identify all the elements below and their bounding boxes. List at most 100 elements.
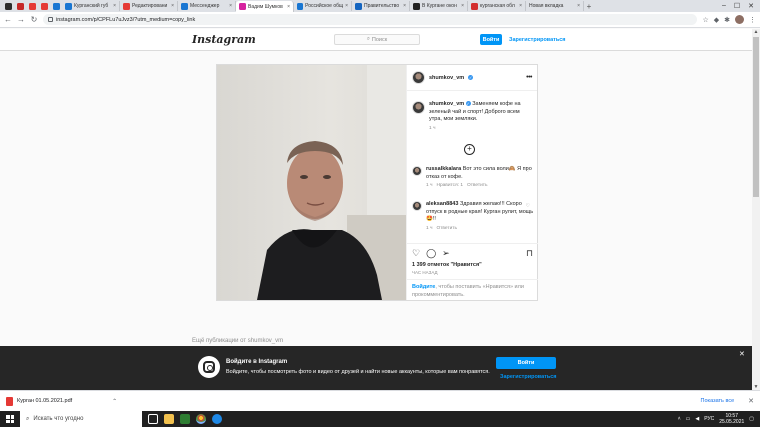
browser-tab[interactable] bbox=[50, 1, 62, 11]
close-tab-icon[interactable]: × bbox=[229, 3, 232, 9]
scrollbar[interactable]: ▲ ▼ bbox=[752, 29, 760, 390]
scroll-thumb[interactable] bbox=[753, 37, 759, 197]
forward-icon[interactable]: → bbox=[17, 15, 25, 24]
browser-tab[interactable] bbox=[26, 1, 38, 11]
post-username[interactable]: shumkov_vm bbox=[429, 75, 464, 81]
search-input[interactable]: ⌕ Поиск bbox=[334, 34, 420, 45]
store-icon[interactable] bbox=[180, 414, 190, 424]
reply-link[interactable]: Ответить bbox=[467, 183, 488, 188]
browser-tab[interactable]: Курганский губ × bbox=[62, 1, 120, 11]
star-icon[interactable]: ☆ bbox=[702, 16, 708, 24]
browser-tab[interactable] bbox=[38, 1, 50, 11]
banner-register-link[interactable]: Зарегистрироваться bbox=[500, 374, 557, 380]
reply-link[interactable]: Ответить bbox=[437, 226, 458, 231]
favicon-icon bbox=[181, 2, 188, 10]
load-more-comments-icon[interactable]: + bbox=[464, 144, 475, 155]
avatar[interactable] bbox=[412, 166, 422, 176]
clock[interactable]: 10:57 25.05.2021 bbox=[719, 413, 744, 425]
minimize-icon[interactable]: – bbox=[722, 2, 726, 10]
volume-icon[interactable]: ◀ bbox=[695, 416, 699, 422]
close-tab-icon[interactable]: × bbox=[577, 3, 580, 9]
reload-icon[interactable]: ↻ bbox=[30, 15, 38, 24]
close-tab-icon[interactable]: × bbox=[519, 3, 522, 9]
start-button[interactable] bbox=[0, 411, 20, 427]
show-all-button[interactable]: Показать все bbox=[701, 398, 735, 404]
lock-icon bbox=[48, 17, 53, 22]
avatar[interactable] bbox=[412, 71, 425, 84]
network-icon[interactable]: ▭ bbox=[686, 416, 691, 422]
comment-username[interactable]: aleksan8843 bbox=[426, 201, 458, 207]
close-tab-icon[interactable]: × bbox=[287, 4, 290, 10]
browser-tab[interactable]: Мессенджер × bbox=[178, 1, 236, 11]
task-view-icon[interactable] bbox=[148, 414, 158, 424]
register-link[interactable]: Зарегистрироваться bbox=[509, 37, 566, 43]
file-explorer-icon[interactable] bbox=[164, 414, 174, 424]
language-indicator[interactable]: РУС bbox=[704, 416, 714, 422]
heart-icon[interactable]: ♡ bbox=[526, 203, 530, 209]
comment-text: aleksan8843 Здравия желаю!!! Скоро отпус… bbox=[426, 201, 534, 224]
close-window-icon[interactable]: ✕ bbox=[748, 2, 754, 10]
close-tab-icon[interactable]: × bbox=[403, 3, 406, 9]
menu-dots-icon[interactable]: ⋮ bbox=[749, 16, 756, 24]
scroll-up-icon[interactable]: ▲ bbox=[752, 29, 760, 35]
share-icon[interactable]: ➢ bbox=[442, 248, 450, 259]
comment-icon[interactable]: ◯ bbox=[426, 248, 436, 259]
maximize-icon[interactable]: ☐ bbox=[734, 2, 740, 10]
caption-text: shumkov_vm ✓ Заменяем кофе на зеленый ча… bbox=[429, 101, 534, 124]
heart-icon[interactable]: ♡ bbox=[526, 168, 530, 174]
browser-tab[interactable]: Редактировани × bbox=[120, 1, 178, 11]
chevron-up-icon[interactable]: ˄ bbox=[678, 416, 681, 422]
tab-label: Курганский губ bbox=[74, 3, 109, 9]
login-banner: Войдите в Instagram Войдите, чтобы посмо… bbox=[0, 346, 752, 390]
chrome-icon[interactable] bbox=[196, 414, 206, 424]
caption-username[interactable]: shumkov_vm bbox=[429, 101, 464, 107]
tab-label: Российское общ bbox=[305, 3, 344, 9]
edge-icon[interactable] bbox=[212, 414, 222, 424]
close-tab-icon[interactable]: × bbox=[461, 3, 464, 9]
back-icon[interactable]: ← bbox=[4, 15, 12, 24]
tab-label: курганская обл bbox=[480, 3, 515, 9]
banner-login-button[interactable]: Войти bbox=[496, 357, 556, 369]
post-photo[interactable] bbox=[217, 65, 406, 300]
notifications-icon[interactable]: ▢ bbox=[749, 416, 754, 422]
close-icon[interactable]: ✕ bbox=[739, 350, 745, 358]
download-bar: Курган 01.05.2021.pdf ⌃ Показать все ✕ bbox=[0, 390, 760, 411]
url-field[interactable]: instagram.com/p/CPFLu7uJvz3/?utm_medium=… bbox=[43, 14, 698, 25]
likes-count[interactable]: 1 399 отметок "Нравится" bbox=[412, 262, 533, 268]
avatar[interactable] bbox=[412, 101, 425, 114]
browser-tab[interactable]: Российское общ × bbox=[294, 1, 352, 11]
close-tab-icon[interactable]: × bbox=[345, 3, 348, 9]
browser-tab[interactable]: Новая вкладка × bbox=[526, 1, 584, 11]
login-prompt-link[interactable]: Войдите bbox=[412, 284, 435, 290]
chevron-up-icon[interactable]: ⌃ bbox=[112, 398, 117, 405]
heart-icon[interactable]: ♡ bbox=[412, 248, 420, 259]
address-bar: ← → ↻ instagram.com/p/CPFLu7uJvz3/?utm_m… bbox=[0, 12, 760, 28]
browser-tab[interactable]: курганская обл × bbox=[468, 1, 526, 11]
close-icon[interactable]: ✕ bbox=[748, 397, 754, 405]
close-tab-icon[interactable]: × bbox=[113, 3, 116, 9]
avatar[interactable] bbox=[412, 201, 422, 211]
search-icon: ⌕ bbox=[366, 36, 370, 42]
instagram-logo[interactable]: Instagram bbox=[192, 33, 256, 46]
more-options-icon[interactable]: ••• bbox=[526, 74, 532, 81]
download-item[interactable]: Курган 01.05.2021.pdf bbox=[17, 398, 72, 404]
puzzle-icon[interactable]: ✱ bbox=[724, 16, 730, 24]
new-tab-icon[interactable]: + bbox=[584, 2, 594, 11]
tab-label: Новая вкладка bbox=[529, 3, 564, 9]
avatar[interactable] bbox=[735, 15, 744, 24]
favicon-icon bbox=[355, 2, 362, 10]
browser-tab[interactable]: В Кургане окон × bbox=[410, 1, 468, 11]
browser-tab[interactable]: Вадим Шумков × bbox=[236, 1, 294, 12]
extension-icon[interactable]: ◆ bbox=[714, 16, 719, 24]
post-header: shumkov_vm ✓ ••• bbox=[407, 65, 537, 91]
close-tab-icon[interactable]: × bbox=[171, 3, 174, 9]
login-button[interactable]: Войти bbox=[480, 34, 502, 45]
bookmark-icon[interactable]: ⊓ bbox=[526, 248, 533, 259]
taskbar-search[interactable]: ⌕ Искать что угодно bbox=[20, 411, 142, 427]
browser-tab[interactable] bbox=[2, 1, 14, 11]
comment-username[interactable]: russalkkalara bbox=[426, 166, 461, 172]
windows-taskbar: ⌕ Искать что угодно ˄ ▭ ◀ РУС 10:57 25.0… bbox=[0, 411, 760, 427]
browser-tab[interactable] bbox=[14, 1, 26, 11]
browser-tab[interactable]: Правительство × bbox=[352, 1, 410, 11]
comment-likes[interactable]: Нравится: 1 bbox=[437, 183, 464, 188]
